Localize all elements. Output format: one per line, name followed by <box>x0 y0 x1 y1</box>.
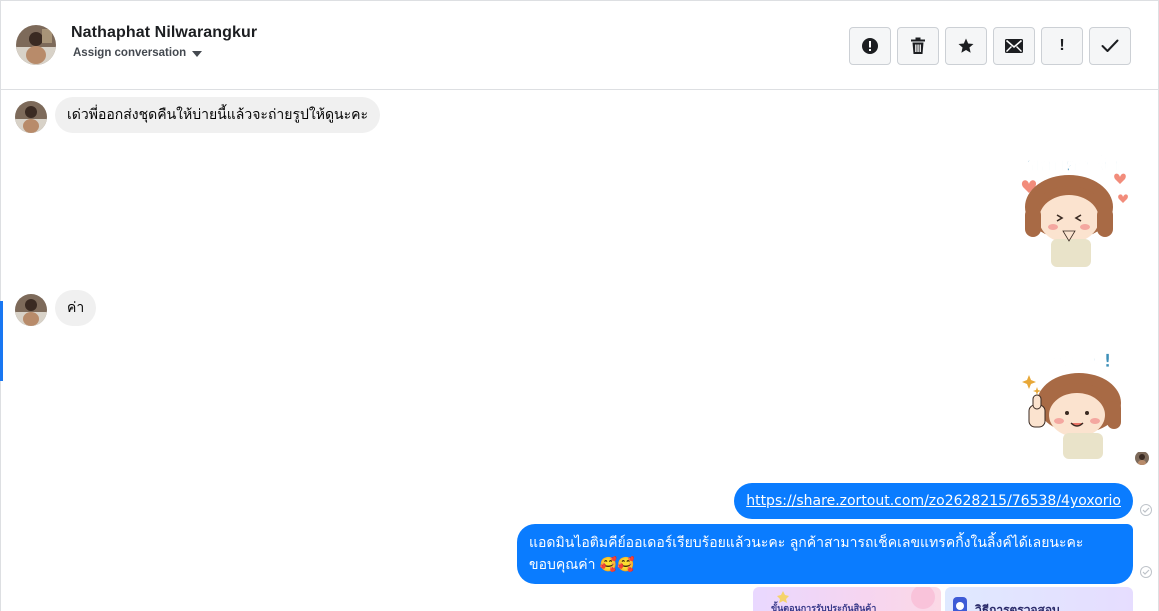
sender-avatar[interactable] <box>15 101 47 133</box>
incoming-message[interactable]: เด่วพี่ออกส่งชุดคืนให้บ่ายนี้แล้วจะถ่ายร… <box>55 97 381 133</box>
image-caption: วิธีการตรวจสอบ <box>975 603 1060 611</box>
outgoing-message[interactable]: แอดมินไอติมคีย์ออเดอร์เรียบร้อยแล้วนะคะ … <box>517 524 1133 584</box>
caret-down-icon <box>192 51 203 57</box>
contact-name[interactable]: Nathaphat Nilwarangkur <box>71 24 257 42</box>
seen-receipt-avatar <box>1135 451 1149 465</box>
outgoing-link-message[interactable]: https://share.zortout.com/zo2628215/7653… <box>734 483 1133 519</box>
sticker-text: แจ่มเลย! <box>1038 350 1112 372</box>
conversation-actions: ! <box>849 27 1131 65</box>
conversation-panel: Nathaphat Nilwarangkur Assign conversati… <box>0 0 1159 611</box>
assign-conversation-label: Assign conversation <box>73 47 187 59</box>
image-attachment[interactable]: วิธีการตรวจสอบ <box>945 587 1133 611</box>
checkmark-icon <box>1101 39 1119 52</box>
follow-up-button[interactable]: ! <box>1041 27 1083 65</box>
sticker-thank-you[interactable]: ขอบคุณจ้า <box>1011 147 1135 271</box>
spam-button[interactable] <box>849 27 891 65</box>
assign-conversation-dropdown[interactable]: Assign conversation <box>73 47 203 59</box>
sender-avatar[interactable] <box>15 294 47 326</box>
sent-check-icon <box>1140 504 1152 516</box>
message-thread[interactable]: เด่วพี่ออกส่งชุดคืนให้บ่ายนี้แล้วจะถ่ายร… <box>0 91 1158 611</box>
envelope-icon <box>1005 39 1023 53</box>
exclamation-icon: ! <box>1059 37 1065 54</box>
sticker-text: ขอบคุณจ้า <box>1026 152 1119 177</box>
image-attachment[interactable]: ขั้นตอนการรับประกันสินค้า <box>753 587 941 611</box>
trash-icon <box>911 37 925 54</box>
star-icon <box>958 38 974 53</box>
sent-check-icon <box>1140 566 1152 578</box>
incoming-message[interactable]: ค่า <box>55 290 97 326</box>
active-indicator <box>0 301 3 381</box>
image-caption: ขั้นตอนการรับประกันสินค้า <box>771 604 877 611</box>
delete-button[interactable] <box>897 27 939 65</box>
star-button[interactable] <box>945 27 987 65</box>
contact-avatar[interactable] <box>16 25 56 65</box>
mark-done-button[interactable] <box>1089 27 1131 65</box>
conversation-header: Nathaphat Nilwarangkur Assign conversati… <box>1 1 1158 90</box>
sticker-awesome[interactable]: แจ่มเลย! <box>1013 343 1135 463</box>
alert-circle-icon <box>862 38 878 54</box>
mark-unread-button[interactable] <box>993 27 1035 65</box>
